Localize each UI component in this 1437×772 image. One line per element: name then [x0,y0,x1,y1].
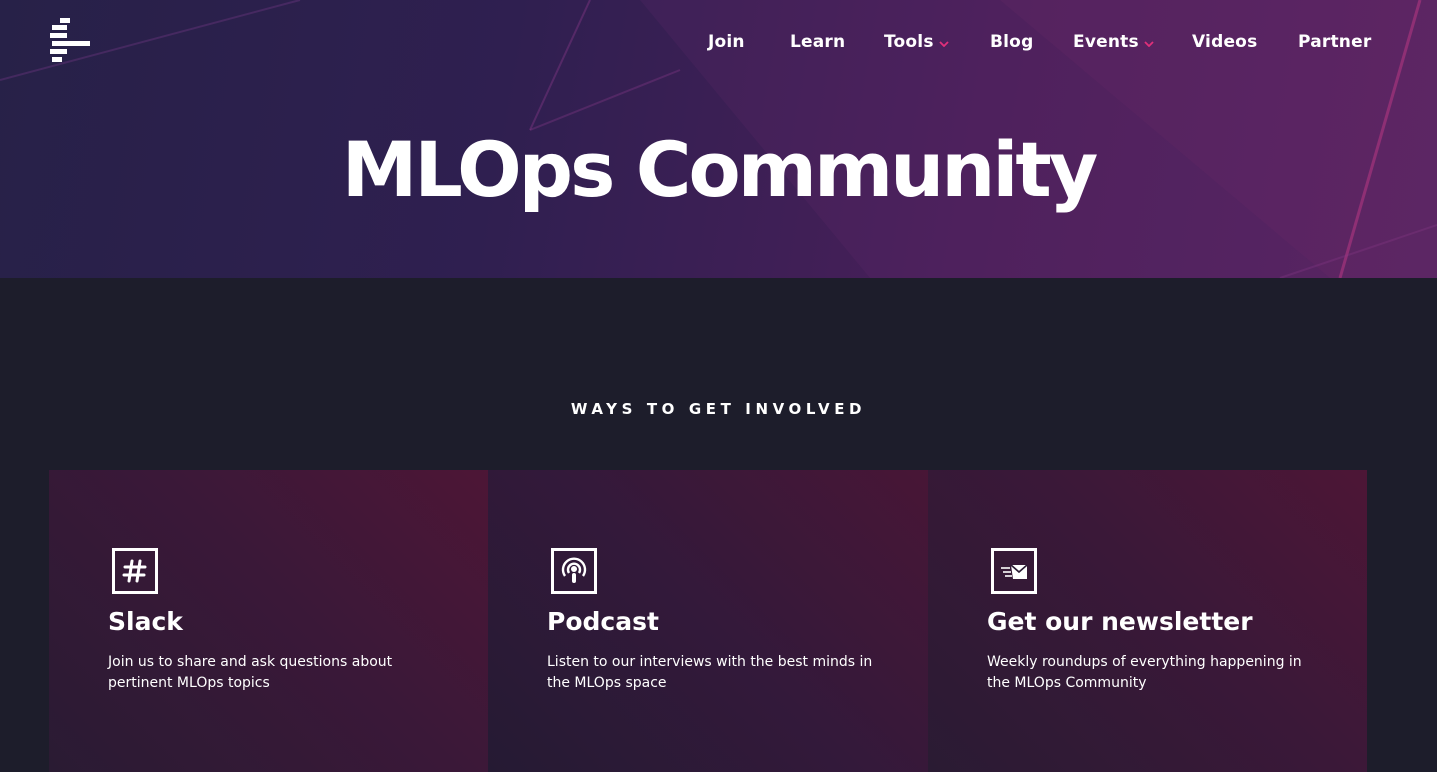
card-title: Slack [108,607,183,636]
nav-tools[interactable]: Tools [884,28,949,56]
nav-blog-label: Blog [990,32,1034,52]
newsletter-icon [991,548,1037,594]
nav-join[interactable]: Join [708,28,745,56]
hash-glyph-icon [122,559,147,583]
nav-events-label: Events [1073,32,1139,52]
section-heading: WAYS TO GET INVOLVED [570,400,867,418]
nav-videos[interactable]: Videos [1192,28,1257,56]
podcast-icon [551,548,597,594]
card-description: Join us to share and ask questions about… [108,654,393,691]
hero-banner: Join Learn Tools Blog Events Videos Part… [0,0,1437,278]
nav-videos-label: Videos [1192,32,1258,52]
nav-events[interactable]: Events [1073,28,1154,56]
card-podcast[interactable]: Podcast Listen to our interviews with th… [488,470,928,772]
nav-learn[interactable]: Learn [790,28,845,56]
card-description: Weekly roundups of everything happening … [987,654,1302,691]
slack-hash-icon [112,548,158,594]
page-title: MLOps Community [341,125,1099,214]
card-description: Listen to our interviews with the best m… [547,654,873,691]
nav-tools-label: Tools [884,32,934,52]
envelope-icon [1001,564,1028,579]
mlops-logo-icon[interactable] [48,16,92,66]
chevron-down-icon [939,40,949,47]
nav-partner[interactable]: Partner [1298,28,1371,56]
microphone-icon [561,557,587,583]
nav-join-label: Join [708,32,745,52]
card-slack[interactable]: Slack Join us to share and ask questions… [49,470,488,772]
nav-partner-label: Partner [1298,32,1372,52]
nav-blog[interactable]: Blog [990,28,1033,56]
card-title: Podcast [547,607,659,636]
nav-learn-label: Learn [790,32,846,52]
chevron-down-icon [1144,40,1154,47]
card-title: Get our newsletter [987,607,1253,636]
card-newsletter[interactable]: Get our newsletter Weekly roundups of ev… [928,470,1367,772]
